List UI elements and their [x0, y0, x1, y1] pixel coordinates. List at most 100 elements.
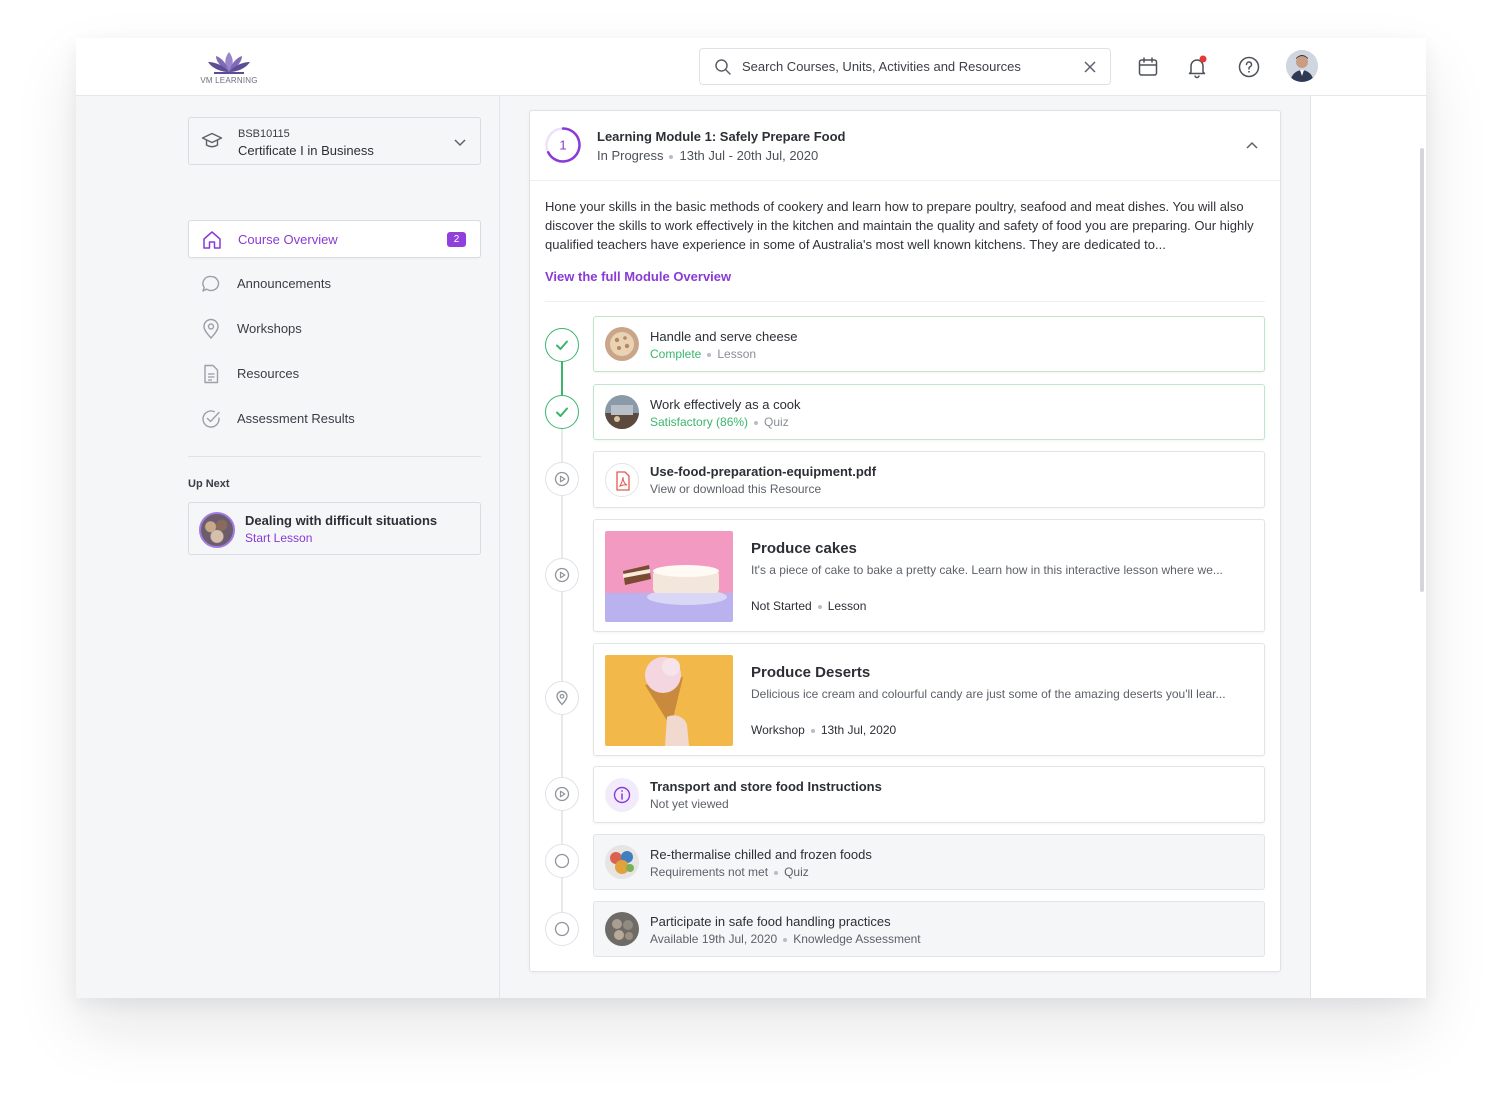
sidebar-item-announcements[interactable]: Announcements — [188, 265, 481, 303]
help-icon[interactable] — [1237, 55, 1261, 79]
chevron-up-icon[interactable] — [1244, 138, 1260, 154]
bell-icon[interactable] — [1185, 55, 1209, 79]
module-number: 1 — [559, 138, 566, 153]
play-circle-icon — [554, 786, 570, 802]
workshop-card[interactable]: Produce Deserts Delicious ice cream and … — [593, 643, 1265, 756]
top-bar: VM LEARNING Search Courses, Units, Activ… — [76, 38, 1426, 96]
search-input[interactable]: Search Courses, Units, Activities and Re… — [699, 48, 1111, 85]
count-badge: 2 — [447, 232, 466, 247]
scrollbar[interactable] — [1420, 148, 1424, 592]
assessment-meta: Available 19th Jul, 2020 Knowledge Assess… — [650, 932, 921, 946]
chevron-down-icon — [454, 139, 466, 147]
workshop-description: Delicious ice cream and colourful candy … — [751, 687, 1226, 701]
logo-text: VM LEARNING — [200, 76, 258, 85]
quiz-status: Requirements not met — [650, 865, 769, 879]
module-overview-link[interactable]: View the full Module Overview — [545, 269, 731, 284]
assessment-item[interactable]: Participate in safe food handling practi… — [593, 901, 1265, 957]
up-next-card[interactable]: Dealing with difficult situations Start … — [188, 502, 481, 555]
module-progress-ring: 1 — [545, 127, 581, 163]
pdf-thumbnail — [605, 463, 639, 497]
food-handling-thumbnail — [605, 912, 639, 946]
activity-item[interactable]: Work effectively as a cook Satisfactory … — [593, 384, 1265, 440]
sidebar-item-assessment-results[interactable]: Assessment Results — [188, 400, 481, 438]
quiz-item[interactable]: Re-thermalise chilled and frozen foods R… — [593, 834, 1265, 890]
separator-dot — [707, 352, 712, 357]
graduation-cap-icon — [201, 132, 223, 148]
separator-dot — [810, 728, 815, 733]
quiz-meta: Requirements not met Quiz — [650, 865, 809, 879]
activity-title: Handle and serve cheese — [650, 329, 798, 344]
timeline-node-complete — [545, 328, 579, 362]
empty-circle-icon — [554, 921, 570, 937]
start-lesson-link[interactable]: Start Lesson — [245, 531, 312, 545]
up-next-heading: Up Next — [188, 478, 230, 490]
cake-photo-icon — [605, 531, 733, 622]
sidebar-item-label: Announcements — [237, 276, 331, 291]
module-title: Learning Module 1: Safely Prepare Food — [597, 129, 846, 144]
food-handling-photo-icon — [605, 912, 639, 946]
check-icon — [556, 407, 568, 417]
calendar-icon[interactable] — [1136, 55, 1160, 79]
resource-status: View or download this Resource — [650, 482, 822, 496]
workshop-meta: Workshop 13th Jul, 2020 — [751, 723, 896, 737]
chat-bubble-icon — [202, 275, 220, 292]
search-placeholder: Search Courses, Units, Activities and Re… — [742, 59, 1021, 74]
module-meta: In Progress 13th Jul - 20th Jul, 2020 — [597, 148, 818, 163]
module-header[interactable]: 1 Learning Module 1: Safely Prepare Food… — [530, 111, 1280, 181]
lotus-logo-icon — [208, 52, 250, 74]
frozen-food-photo-icon — [605, 845, 639, 879]
workshop-date: 13th Jul, 2020 — [820, 723, 897, 737]
pdf-icon — [616, 471, 630, 491]
sidebar-item-resources[interactable]: Resources — [188, 355, 481, 393]
cheese-photo-icon — [605, 327, 639, 361]
assessment-title: Participate in safe food handling practi… — [650, 914, 891, 929]
close-icon[interactable] — [1082, 59, 1098, 75]
timeline-node-workshop — [545, 681, 579, 715]
sidebar-item-label: Workshops — [237, 321, 302, 336]
separator-dot — [669, 154, 674, 159]
timeline-node-pending — [545, 462, 579, 496]
sidebar-item-course-overview[interactable]: Course Overview 2 — [188, 220, 481, 258]
lesson-description: It's a piece of cake to bake a pretty ca… — [751, 563, 1223, 577]
assessment-type: Knowledge Assessment — [793, 932, 921, 946]
separator-dot — [754, 420, 759, 425]
timeline-node-empty — [545, 912, 579, 946]
separator-dot — [817, 604, 822, 609]
frozen-food-thumbnail — [605, 845, 639, 879]
activity-item[interactable]: Handle and serve cheese Complete Lesson — [593, 316, 1265, 372]
module-description: Hone your skills in the basic methods of… — [545, 199, 1254, 252]
empty-circle-icon — [554, 853, 570, 869]
lesson-title: Produce cakes — [751, 540, 857, 557]
activity-type: Quiz — [764, 415, 789, 429]
sidebar-item-label: Assessment Results — [237, 411, 355, 426]
up-next-thumbnail — [199, 512, 235, 548]
activity-type: Lesson — [717, 347, 757, 361]
activity-status: Satisfactory (86%) — [650, 415, 749, 429]
separator-dot — [783, 937, 788, 942]
right-panel — [1310, 96, 1426, 998]
course-selector[interactable]: BSB10115 Certificate I in Business — [188, 117, 481, 165]
app-window: VM LEARNING Search Courses, Units, Activ… — [76, 38, 1426, 998]
resource-item[interactable]: Use-food-preparation-equipment.pdf View … — [593, 451, 1265, 508]
sidebar-item-label: Resources — [237, 366, 300, 381]
timeline-node-pending — [545, 777, 579, 811]
course-name: Certificate I in Business — [238, 143, 374, 158]
lesson-meta: Not Started Lesson — [751, 599, 866, 613]
instruction-item[interactable]: Transport and store food Instructions No… — [593, 766, 1265, 823]
cake-image — [605, 531, 733, 622]
avatar[interactable] — [1286, 50, 1318, 82]
lesson-card[interactable]: Produce cakes It's a piece of cake to ba… — [593, 519, 1265, 632]
check-circle-icon — [202, 410, 220, 428]
ice-cream-photo-icon — [605, 655, 733, 746]
quiz-title: Re-thermalise chilled and frozen foods — [650, 847, 872, 862]
module-divider — [545, 301, 1265, 302]
play-circle-icon — [554, 567, 570, 583]
search-icon — [715, 59, 731, 75]
sidebar-item-workshops[interactable]: Workshops — [188, 310, 481, 348]
instruction-title: Transport and store food Instructions — [650, 779, 882, 794]
module-dates: 13th Jul - 20th Jul, 2020 — [679, 148, 819, 163]
quiz-type: Quiz — [784, 865, 809, 879]
cheese-thumbnail — [605, 327, 639, 361]
cook-thumbnail — [605, 395, 639, 429]
vm-learning-logo[interactable]: VM LEARNING — [196, 48, 262, 88]
